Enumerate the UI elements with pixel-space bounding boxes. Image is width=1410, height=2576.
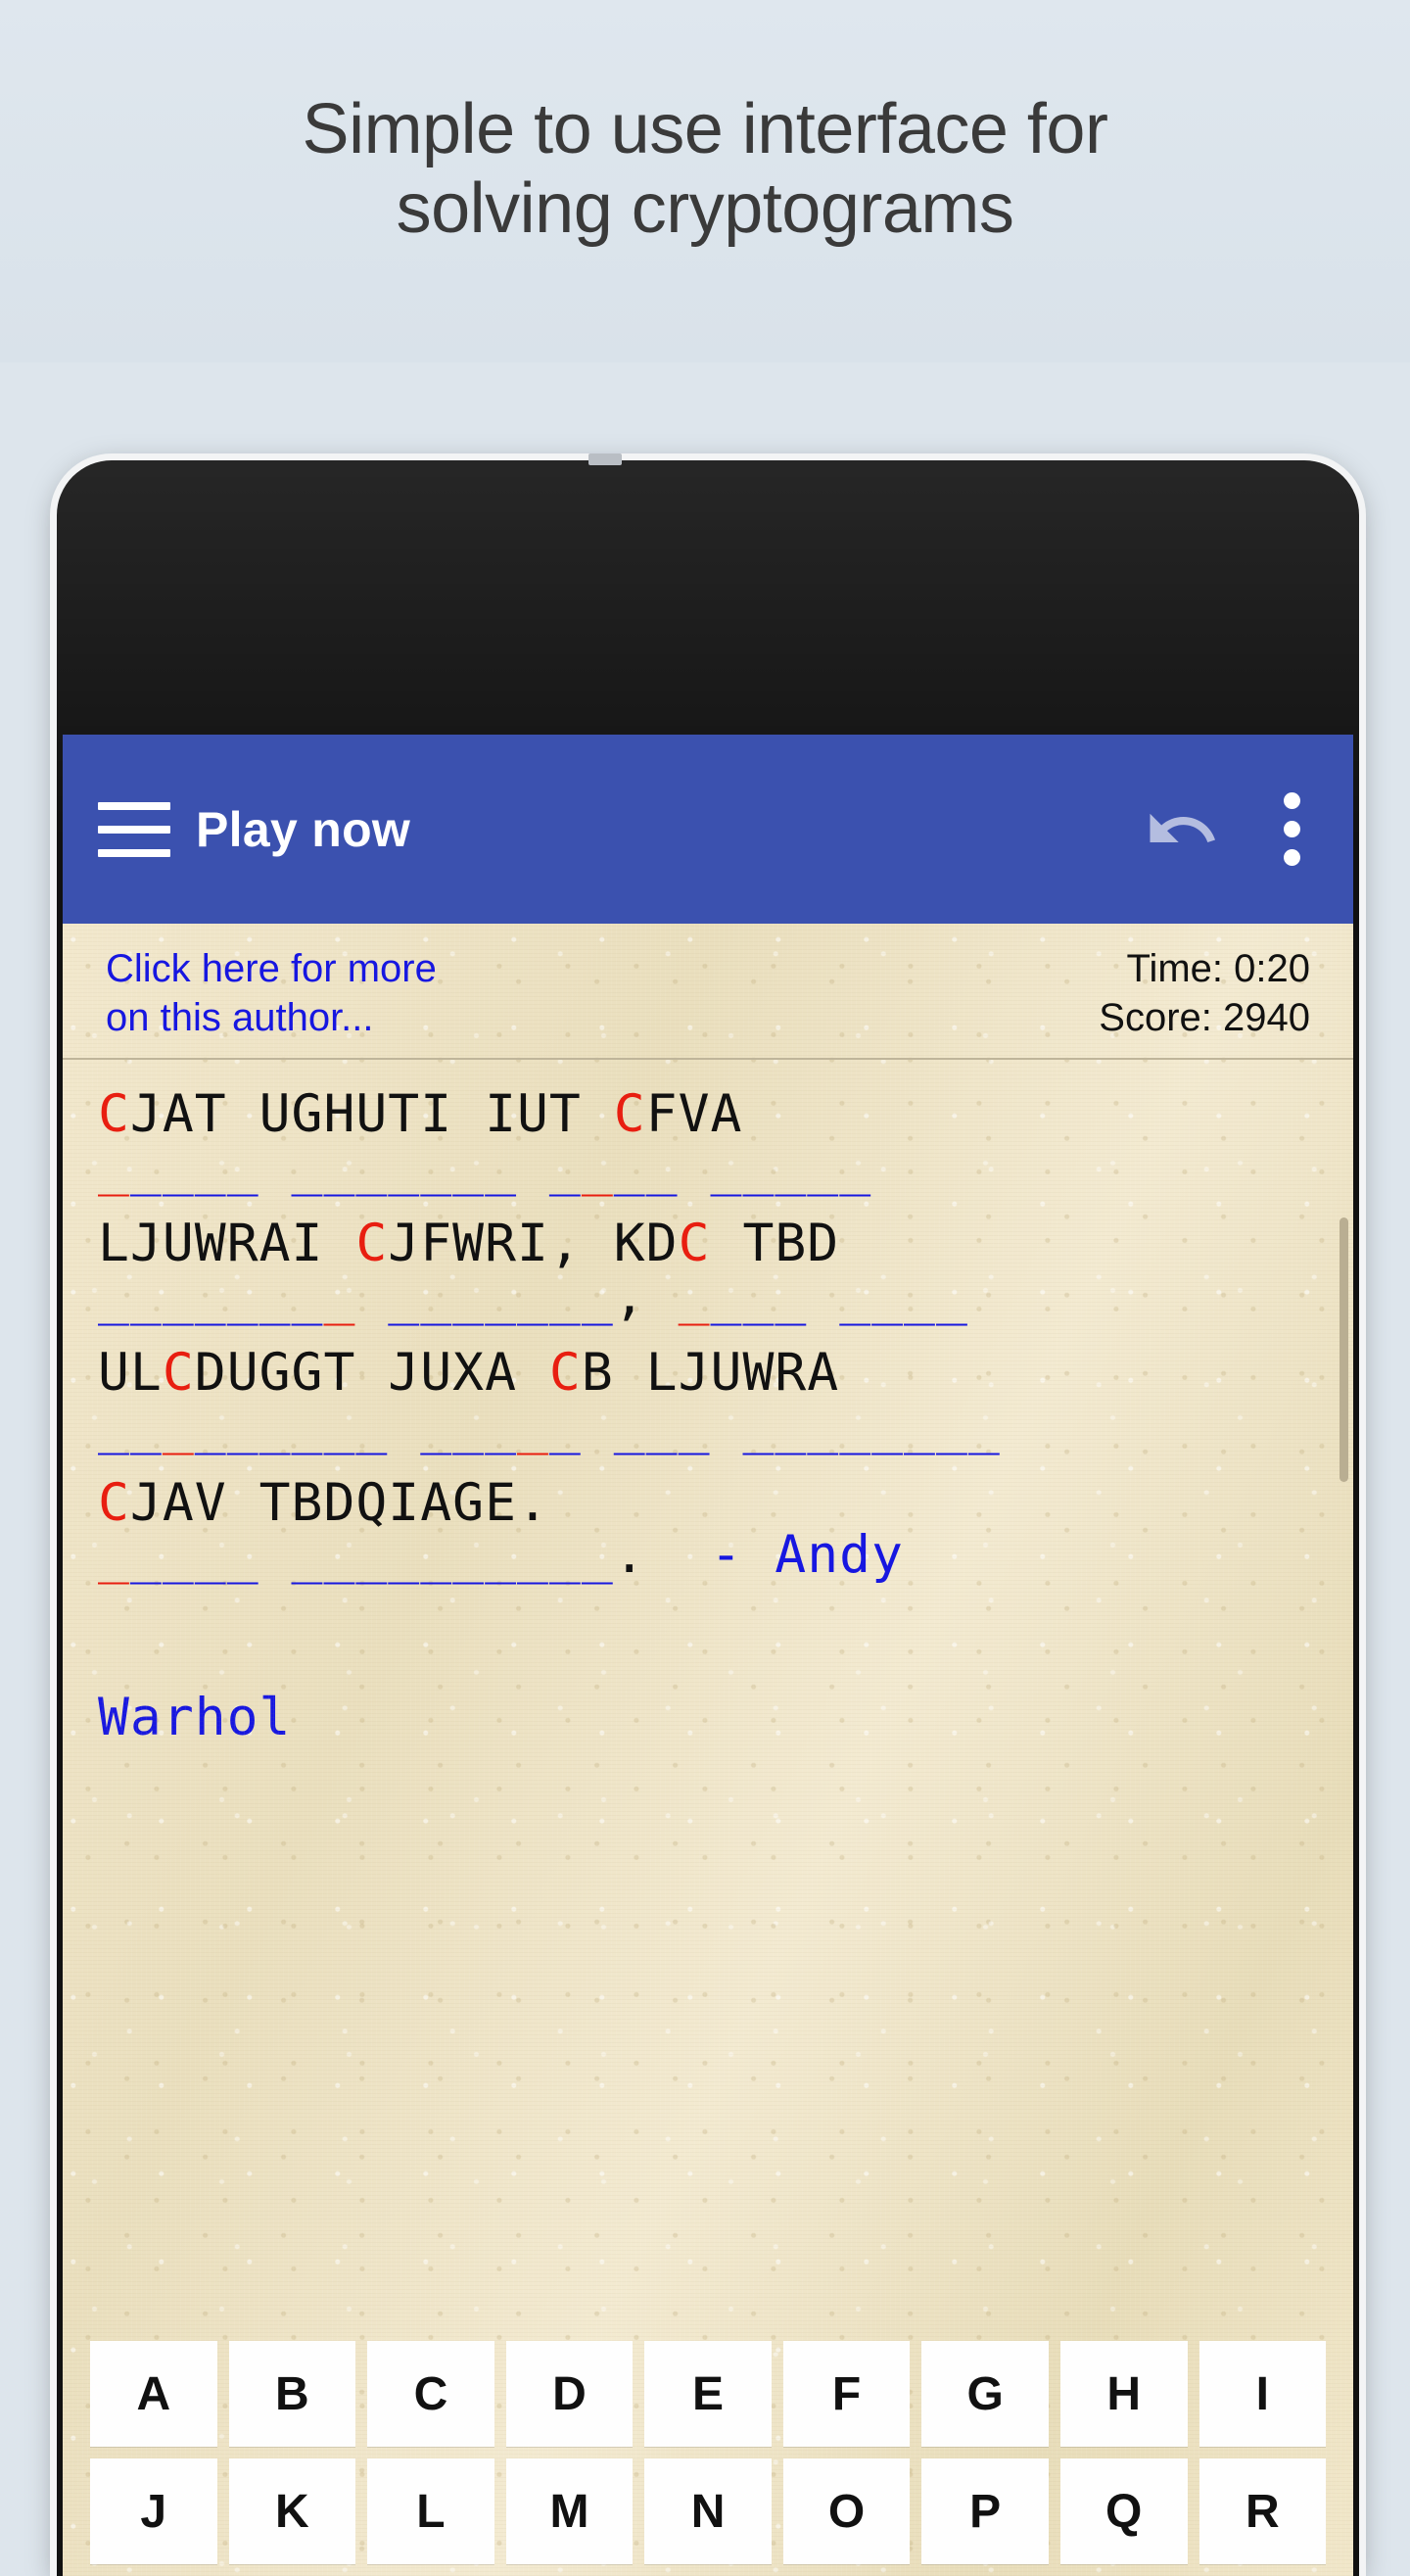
letter-key-n[interactable]: N — [644, 2458, 772, 2564]
puzzle-info-bar: Click here for more on this author... Ti… — [63, 924, 1353, 1061]
promo-headline-line-1: Simple to use interface for — [302, 90, 1108, 168]
puzzle-surface: Click here for more on this author... Ti… — [63, 924, 1353, 2576]
promo-headline-line-2: solving cryptograms — [396, 168, 1014, 248]
author-info-link-line-1: Click here for more — [106, 947, 437, 990]
app-bar-actions — [1144, 791, 1318, 868]
attribution-continuation: Warhol — [98, 1687, 292, 1747]
phone-screen: Play now Click here for more on this aut… — [63, 735, 1353, 2576]
letter-key-h[interactable]: H — [1059, 2341, 1188, 2447]
letter-key-f[interactable]: F — [782, 2341, 911, 2447]
letter-key-c[interactable]: C — [367, 2341, 494, 2447]
hamburger-icon[interactable] — [98, 801, 170, 857]
letter-key-k[interactable]: K — [228, 2458, 356, 2564]
more-vert-icon[interactable] — [1279, 792, 1304, 866]
author-info-link[interactable]: Click here for more on this author... — [106, 945, 437, 1042]
cipher-line[interactable]: CJAT UGHUTI IUT CFVA — [98, 1085, 1318, 1143]
score-label: Score: 2940 — [1099, 995, 1310, 1039]
letter-key-d[interactable]: D — [505, 2341, 634, 2447]
keyboard-row-1: ABCDEFGHI — [90, 2341, 1327, 2447]
cipher-line[interactable]: ULCDUGGT JUXA CB LJUWRA — [98, 1344, 1318, 1402]
cipher-line[interactable]: CJAV TBDQIAGE. — [98, 1473, 1318, 1532]
letter-key-e[interactable]: E — [644, 2341, 772, 2447]
letter-key-b[interactable]: B — [228, 2341, 356, 2447]
letter-key-a[interactable]: A — [90, 2341, 217, 2447]
letter-key-o[interactable]: O — [782, 2458, 911, 2564]
time-label: Time: 0:20 — [1126, 947, 1310, 990]
blank-line[interactable]: _________ _____ ___ ________ — [98, 1400, 1318, 1452]
keyboard-row-2: JKLMNOPQR — [90, 2458, 1327, 2564]
puzzle-stats: Time: 0:20 Score: 2940 — [1099, 945, 1310, 1042]
cipher-line[interactable]: LJUWRAI CJFWRI, KDC TBD — [98, 1215, 1318, 1272]
blank-line[interactable]: _____ _______ ____ _____ — [98, 1141, 1318, 1193]
letter-key-p[interactable]: P — [921, 2458, 1049, 2564]
letter-keyboard: ABCDEFGHI JKLMNOPQR — [63, 2341, 1353, 2576]
letter-key-r[interactable]: R — [1198, 2458, 1327, 2564]
cryptogram-text[interactable]: CJAT UGHUTI IUT CFVA _____ _______ ____ … — [63, 1060, 1353, 1581]
attribution-label: - Andy — [645, 1524, 904, 1585]
blank-line-with-attribution[interactable]: _____ __________. - Andy — [98, 1529, 1318, 1581]
promo-banner: Simple to use interface for solving cryp… — [0, 0, 1410, 362]
letter-key-l[interactable]: L — [367, 2458, 494, 2564]
letter-key-m[interactable]: M — [505, 2458, 634, 2564]
app-bar: Play now — [63, 735, 1353, 924]
letter-key-i[interactable]: I — [1198, 2341, 1327, 2447]
letter-key-g[interactable]: G — [921, 2341, 1049, 2447]
author-info-link-line-2: on this author... — [106, 995, 374, 1039]
letter-key-j[interactable]: J — [90, 2458, 217, 2564]
page-title: Play now — [196, 801, 411, 857]
undo-icon[interactable] — [1144, 791, 1220, 868]
phone-mockup: Play now Click here for more on this aut… — [57, 453, 1359, 2576]
sensor-notch — [588, 453, 622, 465]
blank-line[interactable]: ________ _______, ____ ____ — [98, 1270, 1318, 1322]
letter-key-q[interactable]: Q — [1059, 2458, 1188, 2564]
vertical-scrollbar[interactable] — [1340, 1217, 1348, 1482]
